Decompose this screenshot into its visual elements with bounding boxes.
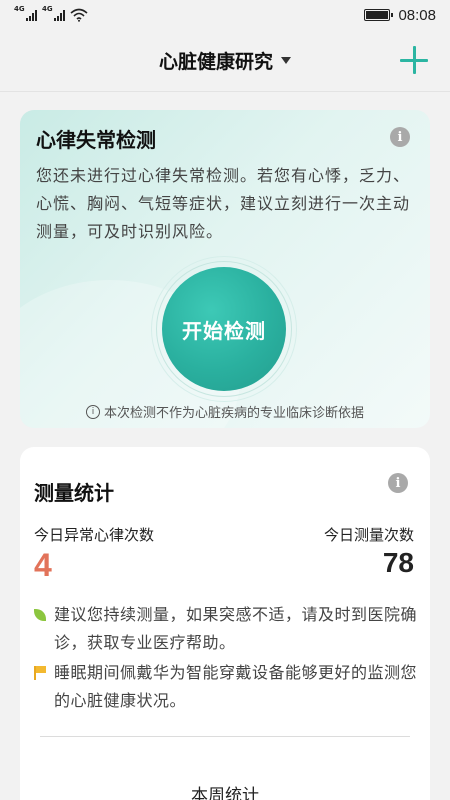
divider <box>40 736 410 737</box>
measurement-count-label: 今日测量次数 <box>323 526 414 544</box>
measurement-count-value: 78 <box>382 547 414 578</box>
tip-item: 睡眠期间佩戴华为智能穿戴设备能够更好的监测您的心脏健康状况。 <box>34 659 419 715</box>
signal-network-tag: 4G <box>14 5 25 13</box>
tip-item: 建议您持续测量，如果突感不适，请及时到医院确诊，获取专业医疗帮助。 <box>34 601 419 657</box>
start-button-ring: 开始检测 <box>151 256 297 402</box>
start-detection-button[interactable]: 开始检测 <box>162 267 286 391</box>
info-circle-icon: i <box>85 404 100 419</box>
status-left: 4G 4G <box>14 5 88 22</box>
status-bar: 4G 4G 08:08 <box>0 0 450 30</box>
arrhythmia-description: 您还未进行过心律失常检测。若您有心悸，乏力、心慌、胸闷、气短等症状，建议立刻进行… <box>36 166 411 241</box>
status-right: 08:08 <box>364 7 436 24</box>
signal-network-tag: 4G <box>42 5 53 13</box>
leaf-icon <box>34 609 46 621</box>
signal-icon: 4G <box>14 5 37 21</box>
tip-text: 睡眠期间佩戴华为智能穿戴设备能够更好的监测您的心脏健康状况。 <box>54 663 418 710</box>
abnormal-count-label: 今日异常心律次数 <box>34 526 155 544</box>
clock: 08:08 <box>398 6 436 24</box>
info-icon[interactable]: i <box>388 473 408 493</box>
arrhythmia-card-title: 心律失常检测 <box>36 128 156 152</box>
caret-down-icon <box>281 57 291 64</box>
flag-icon <box>34 666 46 680</box>
weekly-stats-label[interactable]: 本周统计 <box>20 781 430 800</box>
disclaimer-text: 本次检测不作为心脏疾病的专业临床诊断依据 <box>103 406 364 421</box>
add-icon[interactable] <box>400 46 428 74</box>
battery-icon <box>364 9 394 21</box>
wifi-icon <box>70 8 88 22</box>
arrhythmia-card: 心律失常检测 i 您还未进行过心律失常检测。若您有心悸，乏力、心慌、胸闷、气短等… <box>20 110 430 428</box>
page-title: 心脏健康研究 <box>158 51 273 73</box>
info-icon[interactable]: i <box>390 127 410 147</box>
stats-card-title: 测量统计 <box>34 481 114 505</box>
stats-card: 测量统计 i 今日异常心律次数 今日测量次数 4 78 建议您持续测量，如果突感… <box>20 447 430 800</box>
disclaimer: i 本次检测不作为心脏疾病的专业临床诊断依据 <box>20 402 430 421</box>
abnormal-count-value: 4 <box>34 547 52 583</box>
signal-icon: 4G <box>42 5 65 21</box>
study-selector[interactable]: 心脏健康研究 <box>159 47 291 74</box>
tip-text: 建议您持续测量，如果突感不适，请及时到医院确诊，获取专业医疗帮助。 <box>54 605 418 652</box>
app-header: 心脏健康研究 <box>0 30 450 92</box>
